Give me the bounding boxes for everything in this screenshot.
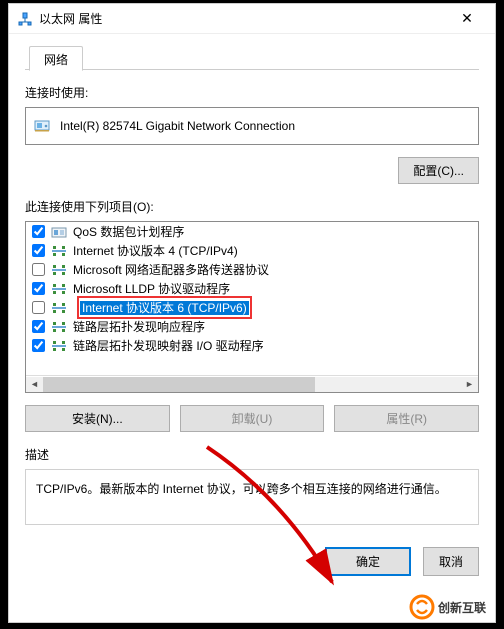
item-label: Internet 协议版本 4 (TCP/IPv4) bbox=[73, 242, 238, 259]
connect-using-section: 连接时使用: Intel(R) 82574L Gigabit Network C… bbox=[25, 84, 479, 184]
list-item[interactable]: 链路层拓扑发现响应程序 bbox=[26, 317, 478, 336]
items-label: 此连接使用下列项目(O): bbox=[25, 198, 479, 215]
protocol-icon bbox=[51, 339, 67, 353]
protocol-icon bbox=[51, 301, 67, 315]
item-label: 链路层拓扑发现响应程序 bbox=[73, 318, 205, 335]
protocol-icon bbox=[51, 244, 67, 258]
adapter-name: Intel(R) 82574L Gigabit Network Connecti… bbox=[60, 119, 295, 133]
close-button[interactable]: ✕ bbox=[447, 10, 487, 27]
item-label: Internet 协议版本 6 (TCP/IPv6) bbox=[80, 301, 249, 315]
dialog-footer: 确定 取消 bbox=[25, 547, 479, 576]
ethernet-icon bbox=[17, 11, 33, 27]
item-checkbox[interactable] bbox=[32, 320, 45, 333]
item-checkbox[interactable] bbox=[32, 225, 45, 238]
watermark-logo: 创新互联 bbox=[408, 592, 500, 625]
window-title: 以太网 属性 bbox=[39, 10, 447, 27]
item-label: 链路层拓扑发现映射器 I/O 驱动程序 bbox=[73, 337, 264, 354]
dialog-window: 以太网 属性 ✕ 网络 连接时使用: Intel(R) 82574L Gigab… bbox=[8, 3, 496, 623]
scroll-thumb[interactable] bbox=[43, 377, 315, 392]
adapter-box[interactable]: Intel(R) 82574L Gigabit Network Connecti… bbox=[25, 107, 479, 145]
horizontal-scrollbar[interactable]: ◄► bbox=[26, 375, 478, 392]
properties-button: 属性(R) bbox=[334, 405, 479, 432]
list-item[interactable]: Internet 协议版本 6 (TCP/IPv6) bbox=[26, 298, 478, 317]
item-label: Microsoft LLDP 协议驱动程序 bbox=[73, 280, 230, 297]
scroll-left-arrow[interactable]: ◄ bbox=[26, 377, 43, 392]
nic-icon bbox=[34, 118, 52, 134]
qos-icon bbox=[51, 225, 67, 239]
item-label: QoS 数据包计划程序 bbox=[73, 223, 184, 240]
ok-button[interactable]: 确定 bbox=[325, 547, 411, 576]
svg-text:创新互联: 创新互联 bbox=[437, 600, 486, 615]
protocol-icon bbox=[51, 320, 67, 334]
cancel-button[interactable]: 取消 bbox=[423, 547, 479, 576]
list-item[interactable]: Microsoft 网络适配器多路传送器协议 bbox=[26, 260, 478, 279]
connect-using-label: 连接时使用: bbox=[25, 84, 479, 101]
description-group: 描述 TCP/IPv6。最新版本的 Internet 协议，可以跨多个相互连接的… bbox=[25, 446, 479, 525]
item-checkbox[interactable] bbox=[32, 282, 45, 295]
scroll-right-arrow[interactable]: ► bbox=[461, 377, 478, 392]
tab-row: 网络 bbox=[25, 44, 479, 70]
items-section: 此连接使用下列项目(O): QoS 数据包计划程序 Internet 协议版本 4… bbox=[25, 198, 479, 432]
content-area: 网络 连接时使用: Intel(R) 82574L Gigabit Networ… bbox=[9, 34, 495, 592]
description-label: 描述 bbox=[25, 446, 479, 463]
protocol-icon bbox=[51, 282, 67, 296]
description-text: TCP/IPv6。最新版本的 Internet 协议，可以跨多个相互连接的网络进… bbox=[25, 469, 479, 525]
item-checkbox[interactable] bbox=[32, 244, 45, 257]
list-item[interactable]: 链路层拓扑发现映射器 I/O 驱动程序 bbox=[26, 336, 478, 355]
uninstall-button: 卸载(U) bbox=[180, 405, 325, 432]
list-item[interactable]: Internet 协议版本 4 (TCP/IPv4) bbox=[26, 241, 478, 260]
item-label: Microsoft 网络适配器多路传送器协议 bbox=[73, 261, 269, 278]
configure-button[interactable]: 配置(C)... bbox=[398, 157, 479, 184]
scroll-track[interactable] bbox=[43, 377, 461, 392]
item-buttons-row: 安装(N)... 卸载(U) 属性(R) bbox=[25, 405, 479, 432]
item-checkbox[interactable] bbox=[32, 263, 45, 276]
item-checkbox[interactable] bbox=[32, 339, 45, 352]
protocol-list[interactable]: QoS 数据包计划程序 Internet 协议版本 4 (TCP/IPv4) Mic… bbox=[25, 221, 479, 393]
protocol-icon bbox=[51, 263, 67, 277]
tab-network[interactable]: 网络 bbox=[29, 46, 83, 71]
install-button[interactable]: 安装(N)... bbox=[25, 405, 170, 432]
item-checkbox[interactable] bbox=[32, 301, 45, 314]
list-item[interactable]: QoS 数据包计划程序 bbox=[26, 222, 478, 241]
titlebar: 以太网 属性 ✕ bbox=[9, 4, 495, 34]
